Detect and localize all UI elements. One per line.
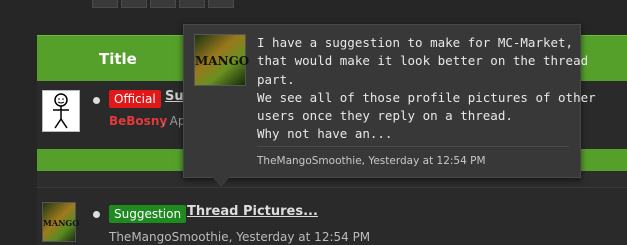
page-button[interactable] <box>179 0 205 8</box>
preview-line: Why not have an... <box>257 126 393 142</box>
thread-author-date[interactable]: TheMangoSmoothie, Yesterday at 12:54 PM <box>109 230 370 244</box>
page-button[interactable] <box>92 0 118 8</box>
prefix-suggestion-badge[interactable]: Suggestion <box>109 205 187 223</box>
thread-row[interactable]: MANGO Suggestion Thread Pictures... TheM… <box>37 187 627 245</box>
unread-dot <box>93 211 100 218</box>
thread-date: , Ap <box>162 114 186 128</box>
tooltip-avatar: MANGO <box>194 34 250 86</box>
tooltip-meta: TheMangoSmoothie, Yesterday at 12:54 PM <box>257 155 486 167</box>
tooltip-arrow <box>212 177 230 187</box>
avatar-text: MANGO <box>43 218 80 228</box>
avatar[interactable]: MANGO <box>42 202 80 242</box>
page-button[interactable] <box>121 0 147 8</box>
tooltip-divider <box>257 146 569 147</box>
thread-preview-tooltip: MANGO I have a suggestion to make for MC… <box>183 24 596 178</box>
avatar-text: MANGO <box>195 54 250 68</box>
preview-line: users once they reply on a thread. <box>257 108 513 124</box>
prefix-official-badge[interactable]: Official <box>109 90 161 108</box>
pagination <box>92 0 234 8</box>
unread-dot <box>93 97 100 104</box>
page-button[interactable] <box>150 0 176 8</box>
title-column-header[interactable]: Title <box>99 50 137 68</box>
preview-text: I have a suggestion to make for MC-Marke… <box>257 34 596 144</box>
stickfigure-icon <box>53 93 69 129</box>
thread-title[interactable]: Thread Pictures... <box>187 204 318 219</box>
preview-line: part. <box>257 71 295 87</box>
preview-line: that would make it look better on the th… <box>257 53 589 69</box>
thread-author[interactable]: BeBosny <box>109 114 167 128</box>
preview-line: I have a suggestion to make for MC-Marke… <box>257 35 574 50</box>
thread-title[interactable]: Su <box>165 89 184 104</box>
preview-line: We see all of those profile pictures of … <box>257 89 596 105</box>
page-button[interactable] <box>208 0 234 8</box>
avatar[interactable] <box>42 90 80 132</box>
